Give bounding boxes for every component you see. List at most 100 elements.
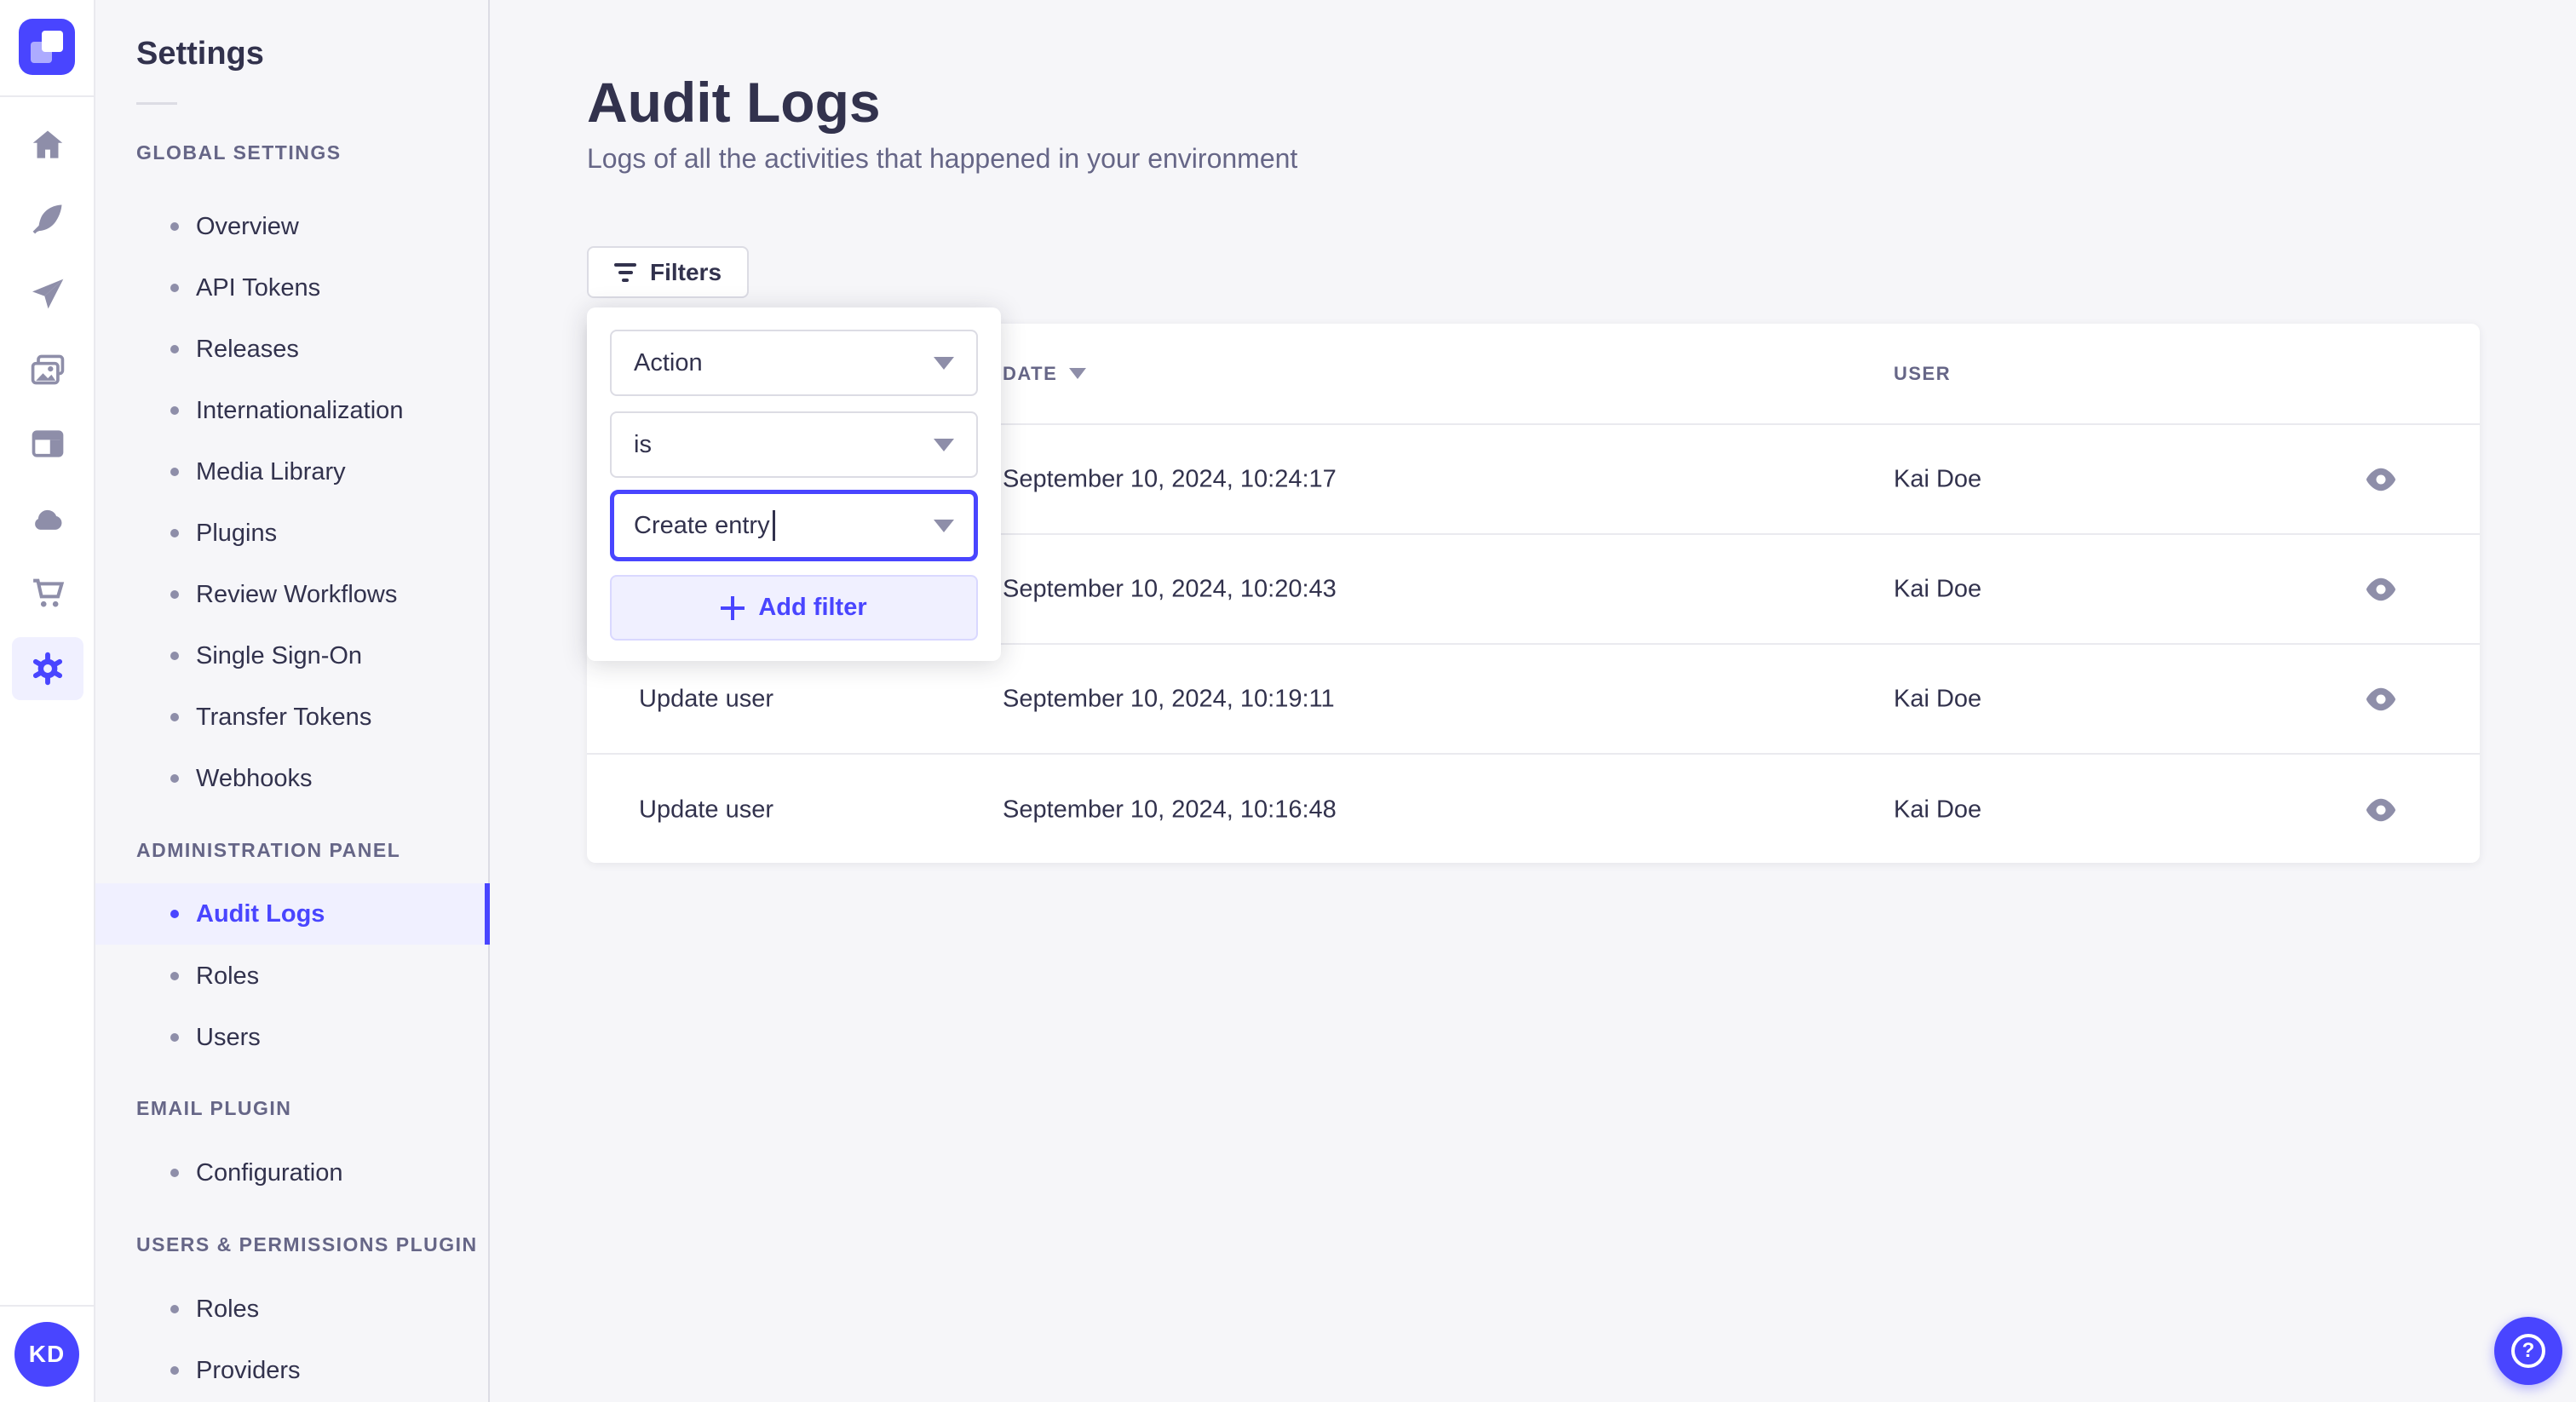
divider — [0, 1305, 95, 1307]
cell-date: September 10, 2024, 10:19:11 — [1003, 685, 1335, 712]
view-details-button[interactable] — [2357, 679, 2405, 720]
sidebar-item-admin-users[interactable]: Users — [95, 1007, 490, 1068]
cell-date: September 10, 2024, 10:24:17 — [1003, 465, 1337, 492]
sort-desc-icon — [1069, 368, 1087, 379]
divider — [136, 102, 177, 105]
nav-release[interactable] — [28, 274, 67, 313]
sidebar-title: Settings — [136, 36, 264, 72]
sidebar-item-label: Roles — [196, 1295, 260, 1323]
sidebar-item-plugins[interactable]: Plugins — [95, 503, 490, 564]
section-heading-administration-panel: ADMINISTRATION PANEL — [136, 839, 401, 861]
filter-value-combobox[interactable]: Create entry — [610, 490, 978, 561]
text-cursor — [772, 510, 775, 541]
view-details-button[interactable] — [2357, 790, 2405, 830]
column-header-date-label: DATE — [1003, 362, 1058, 384]
nav-marketplace[interactable] — [28, 573, 67, 612]
settings-gear-icon — [32, 652, 63, 686]
eye-icon — [2366, 577, 2396, 600]
bullet-icon — [170, 284, 179, 292]
bullet-icon — [170, 468, 179, 476]
cell-user: Kai Doe — [1894, 796, 1982, 823]
cloud-icon — [35, 509, 62, 530]
sidebar-item-releases[interactable]: Releases — [95, 319, 490, 380]
nav-content[interactable] — [28, 199, 67, 238]
section-heading-email-plugin: EMAIL PLUGIN — [136, 1097, 292, 1119]
view-details-button[interactable] — [2357, 569, 2405, 610]
settings-sidebar: Settings GLOBAL SETTINGS Overview API To… — [95, 0, 490, 1402]
cell-date: September 10, 2024, 10:16:48 — [1003, 796, 1337, 823]
sidebar-item-webhooks[interactable]: Webhooks — [95, 748, 490, 809]
sidebar-item-label: Configuration — [196, 1158, 343, 1187]
sidebar-item-up-providers[interactable]: Providers — [95, 1340, 490, 1401]
paper-plane-icon — [32, 279, 64, 309]
page-subtitle: Logs of all the activities that happened… — [587, 143, 1298, 174]
bullet-icon — [170, 774, 179, 783]
add-filter-button[interactable]: Add filter — [610, 575, 978, 641]
bullet-icon — [170, 406, 179, 415]
filters-button[interactable]: Filters — [587, 246, 750, 298]
chevron-down-icon — [934, 438, 954, 451]
plus-icon — [721, 595, 745, 620]
sidebar-item-transfer-tokens[interactable]: Transfer Tokens — [95, 687, 490, 748]
sidebar-item-single-sign-on[interactable]: Single Sign-On — [95, 625, 490, 687]
filter-field-value: Action — [634, 348, 703, 376]
sidebar-item-label: Internationalization — [196, 396, 404, 424]
nav-content-type-builder[interactable] — [28, 424, 67, 463]
bullet-icon — [170, 1169, 179, 1177]
nav-settings[interactable] — [28, 649, 67, 688]
question-mark-icon: ? — [2511, 1334, 2545, 1368]
sidebar-item-email-configuration[interactable]: Configuration — [95, 1142, 490, 1204]
cell-date: September 10, 2024, 10:20:43 — [1003, 575, 1337, 602]
cell-user: Kai Doe — [1894, 575, 1982, 602]
sidebar-item-label: Overview — [196, 212, 299, 240]
sidebar-item-review-workflows[interactable]: Review Workflows — [95, 564, 490, 625]
cell-action: Update user — [639, 685, 773, 712]
strapi-logo[interactable] — [19, 19, 75, 75]
help-button[interactable]: ? — [2494, 1317, 2562, 1385]
cell-action: Update user — [639, 796, 773, 823]
filter-icon — [614, 262, 636, 282]
filters-button-label: Filters — [650, 258, 722, 285]
view-details-button[interactable] — [2357, 459, 2405, 500]
user-avatar[interactable]: KD — [14, 1322, 79, 1387]
filter-operator-select[interactable]: is — [610, 411, 978, 478]
sidebar-item-label: API Tokens — [196, 273, 321, 302]
sidebar-item-label: Media Library — [196, 457, 346, 486]
chevron-down-icon — [934, 519, 954, 532]
column-header-date[interactable]: DATE — [1003, 362, 1087, 385]
sidebar-item-api-tokens[interactable]: API Tokens — [95, 257, 490, 319]
sidebar-item-audit-logs[interactable]: Audit Logs — [95, 883, 490, 945]
sidebar-item-media-library[interactable]: Media Library — [95, 441, 490, 503]
sidebar-item-label: Audit Logs — [196, 899, 325, 928]
eye-icon — [2366, 687, 2396, 710]
nav-home[interactable] — [28, 125, 67, 164]
bullet-icon — [170, 345, 179, 353]
sidebar-item-internationalization[interactable]: Internationalization — [95, 380, 490, 441]
bullet-icon — [170, 590, 179, 599]
table-row[interactable]: Update user September 10, 2024, 10:16:48… — [587, 755, 2480, 865]
nav-media-library[interactable] — [28, 350, 67, 389]
divider — [0, 95, 95, 97]
cell-user: Kai Doe — [1894, 465, 1982, 492]
chevron-down-icon — [934, 356, 954, 370]
settings-audit-logs-page: KD Settings GLOBAL SETTINGS Overview API… — [0, 0, 2576, 1402]
feather-icon — [32, 204, 62, 234]
sidebar-item-label: Roles — [196, 962, 260, 990]
nav-cloud[interactable] — [28, 500, 67, 539]
sidebar-item-admin-roles[interactable]: Roles — [95, 945, 490, 1007]
filter-popover: Action is Create entry Add filter — [587, 307, 1001, 661]
main-nav-rail: KD — [0, 0, 95, 1402]
strapi-logo-shape — [42, 31, 63, 52]
sidebar-item-up-roles[interactable]: Roles — [95, 1278, 490, 1340]
bullet-icon — [170, 222, 179, 231]
sidebar-item-label: Releases — [196, 335, 299, 363]
table-row[interactable]: Update user September 10, 2024, 10:19:11… — [587, 645, 2480, 755]
bullet-icon — [170, 910, 179, 918]
filter-field-select[interactable]: Action — [610, 330, 978, 396]
bullet-icon — [170, 1033, 179, 1042]
home-icon — [32, 130, 63, 158]
sidebar-item-label: Transfer Tokens — [196, 703, 372, 731]
sidebar-item-label: Webhooks — [196, 764, 313, 792]
eye-icon — [2366, 468, 2396, 491]
sidebar-item-overview[interactable]: Overview — [95, 196, 490, 257]
